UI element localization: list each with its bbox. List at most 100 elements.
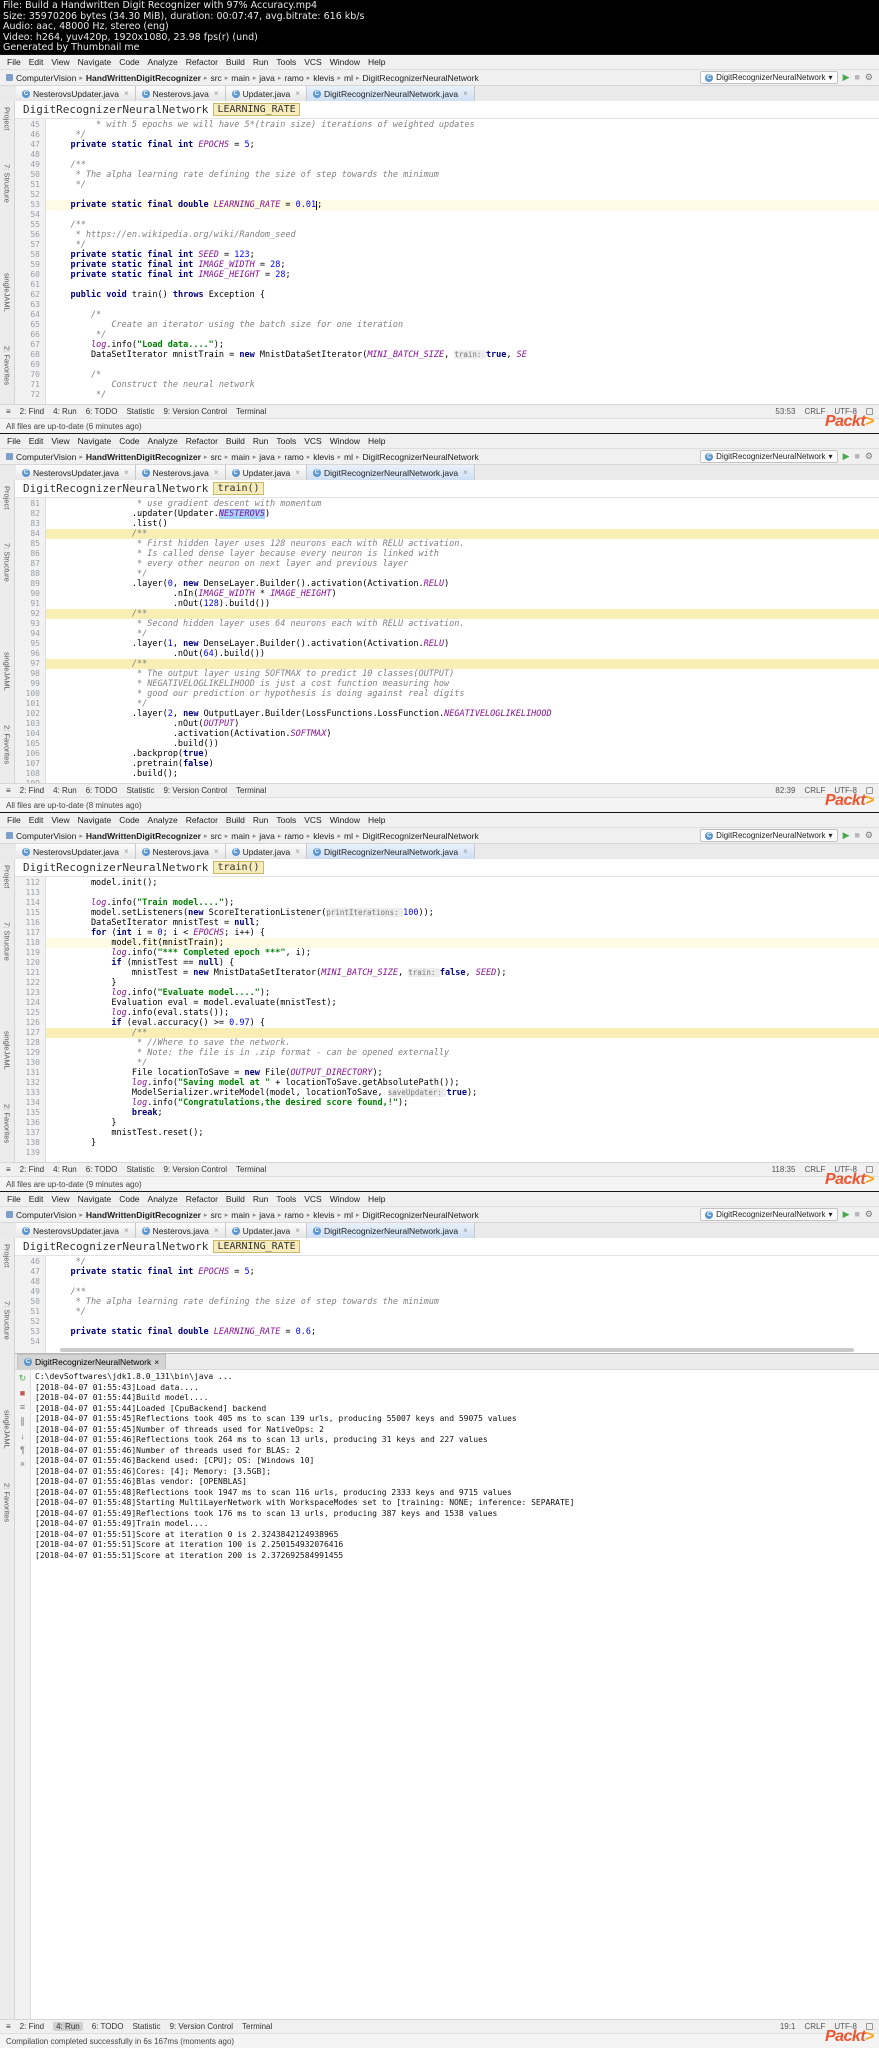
breadcrumb-item-ml[interactable]: ml [344,73,353,83]
settings-icon[interactable]: ⚙ [865,829,873,842]
close-icon[interactable]: × [295,847,300,856]
breadcrumb-item-handwrittendigitrecognizer[interactable]: HandWrittenDigitRecognizer [86,452,201,462]
code-editor[interactable]: 45 * with 5 epochs we will have 5*(train… [15,119,879,404]
breadcrumb-item-java[interactable]: java [259,831,275,841]
breadcrumb-item-src[interactable]: src [210,452,221,462]
menu-item-vcs[interactable]: VCS [300,436,325,446]
menu-item-navigate[interactable]: Navigate [74,436,116,446]
breadcrumb-item-computervision[interactable]: ComputerVision [16,73,76,83]
run-config-selector[interactable]: C DigitRecognizerNeuralNetwork ▾ [700,450,838,463]
breadcrumb-item-klevis[interactable]: klevis [313,831,334,841]
line-separator-indicator[interactable]: CRLF [804,1165,825,1174]
clear-all-icon[interactable]: × [20,1459,25,1469]
tab-digitrecognizerneuralnetwork-java[interactable]: C DigitRecognizerNeuralNetwork.java × [306,844,475,859]
breadcrumb-item-ramo[interactable]: ramo [284,452,303,462]
console-output[interactable]: C:\devSoftwares\jdk1.8.0_131\bin\java ..… [31,1370,879,2019]
line-separator-indicator[interactable]: CRLF [804,786,825,795]
close-icon[interactable]: × [295,468,300,477]
tool-button-6-todo[interactable]: 6: TODO [86,1165,118,1174]
menu-item-edit[interactable]: Edit [25,1194,48,1204]
tab-updater-java[interactable]: C Updater.java × [225,844,307,859]
run-tab[interactable]: C DigitRecognizerNeuralNetwork × [17,1354,167,1369]
breadcrumb-item-main[interactable]: main [231,1210,249,1220]
tool-button-2-find[interactable]: 2: Find [20,2022,44,2031]
run-config-selector[interactable]: C DigitRecognizerNeuralNetwork ▾ [700,71,838,84]
code-editor[interactable]: 112 model.init(); 113 114 log.info("Train … [15,877,879,1162]
tool-button-statistic[interactable]: Statistic [126,1165,154,1174]
close-icon[interactable]: × [124,847,129,856]
caret-position[interactable]: 19:1 [780,2022,796,2031]
rerun-icon[interactable]: ↻ [19,1373,27,1384]
tool-button-statistic[interactable]: Statistic [126,786,154,795]
tool-window-button-project[interactable]: Project [3,865,12,888]
tool-window-button-2-favorites[interactable]: 2: Favorites [3,1104,12,1143]
nav-class-name[interactable]: DigitRecognizerNeuralNetwork [23,103,208,116]
tab-nesterovs-java[interactable]: C Nesterovs.java × [135,465,226,480]
breadcrumb-item-digitrecognizerneuralnetwork[interactable]: DigitRecognizerNeuralNetwork [363,831,479,841]
nav-member-chip[interactable]: train() [213,482,264,495]
tool-button-2-find[interactable]: 2: Find [20,786,44,795]
menu-item-code[interactable]: Code [115,57,143,67]
breadcrumb-item-klevis[interactable]: klevis [313,73,334,83]
menu-item-help[interactable]: Help [364,57,389,67]
menu-item-build[interactable]: Build [222,57,249,67]
close-icon[interactable]: × [214,847,219,856]
menu-item-vcs[interactable]: VCS [300,815,325,825]
nav-member-chip[interactable]: LEARNING_RATE [213,1240,300,1253]
tab-digitrecognizerneuralnetwork-java[interactable]: C DigitRecognizerNeuralNetwork.java × [306,1223,475,1238]
breadcrumb-item-digitrecognizerneuralnetwork[interactable]: DigitRecognizerNeuralNetwork [363,1210,479,1220]
breadcrumb-item-src[interactable]: src [210,831,221,841]
menu-item-edit[interactable]: Edit [25,436,48,446]
tool-button-4-run[interactable]: 4: Run [53,407,77,416]
close-icon[interactable]: × [124,1226,129,1235]
close-icon[interactable]: × [214,1226,219,1235]
menu-item-run[interactable]: Run [249,815,273,825]
menu-item-view[interactable]: View [47,1194,73,1204]
breadcrumb-item-main[interactable]: main [231,452,249,462]
stop-button[interactable]: ■ [854,450,859,463]
menu-item-refactor[interactable]: Refactor [182,57,222,67]
tool-window-button-7-structure[interactable]: 7: Structure [3,164,12,203]
tool-button-terminal[interactable]: Terminal [242,2022,272,2031]
tool-button-terminal[interactable]: Terminal [236,786,266,795]
close-icon[interactable]: × [124,89,129,98]
menu-item-analyze[interactable]: Analyze [144,436,182,446]
breadcrumb-item-ml[interactable]: ml [344,831,353,841]
breadcrumb-item-ml[interactable]: ml [344,1210,353,1220]
menu-item-file[interactable]: File [3,57,25,67]
breadcrumb-item-main[interactable]: main [231,73,249,83]
settings-icon[interactable]: ⚙ [865,450,873,463]
breadcrumb-item-src[interactable]: src [210,73,221,83]
menu-item-view[interactable]: View [47,57,73,67]
tool-window-button-2-favorites[interactable]: 2: Favorites [3,1483,12,1522]
caret-position[interactable]: 82:39 [775,786,795,795]
menu-item-file[interactable]: File [3,815,25,825]
tool-button-9-version-control[interactable]: 9: Version Control [163,1165,227,1174]
close-icon[interactable]: × [463,847,468,856]
menu-item-help[interactable]: Help [364,1194,389,1204]
menu-item-help[interactable]: Help [364,436,389,446]
nav-class-name[interactable]: DigitRecognizerNeuralNetwork [23,482,208,495]
nav-member-chip[interactable]: train() [213,861,264,874]
code-editor[interactable]: 81 * use gradient descent with momentum 8… [15,498,879,783]
tool-button-4-run[interactable]: 4: Run [53,2022,83,2031]
breadcrumb-item-java[interactable]: java [259,73,275,83]
close-icon[interactable]: × [214,89,219,98]
tab-updater-java[interactable]: C Updater.java × [225,465,307,480]
menu-item-file[interactable]: File [3,436,25,446]
breadcrumb-item-ramo[interactable]: ramo [284,1210,303,1220]
menu-item-code[interactable]: Code [115,1194,143,1204]
breadcrumb-item-src[interactable]: src [210,1210,221,1220]
settings-icon[interactable]: ⚙ [865,71,873,84]
stop-button[interactable]: ■ [854,829,859,842]
breadcrumb-item-ramo[interactable]: ramo [284,73,303,83]
close-icon[interactable]: × [295,1226,300,1235]
scroll-to-end-icon[interactable]: ↓ [20,1431,25,1441]
breadcrumb-item-handwrittendigitrecognizer[interactable]: HandWrittenDigitRecognizer [86,73,201,83]
menu-item-edit[interactable]: Edit [25,57,48,67]
breadcrumb-item-computervision[interactable]: ComputerVision [16,452,76,462]
breadcrumb-item-ml[interactable]: ml [344,452,353,462]
tool-window-button-7-structure[interactable]: 7: Structure [3,1301,12,1340]
menu-item-code[interactable]: Code [115,436,143,446]
tab-updater-java[interactable]: C Updater.java × [225,86,307,101]
